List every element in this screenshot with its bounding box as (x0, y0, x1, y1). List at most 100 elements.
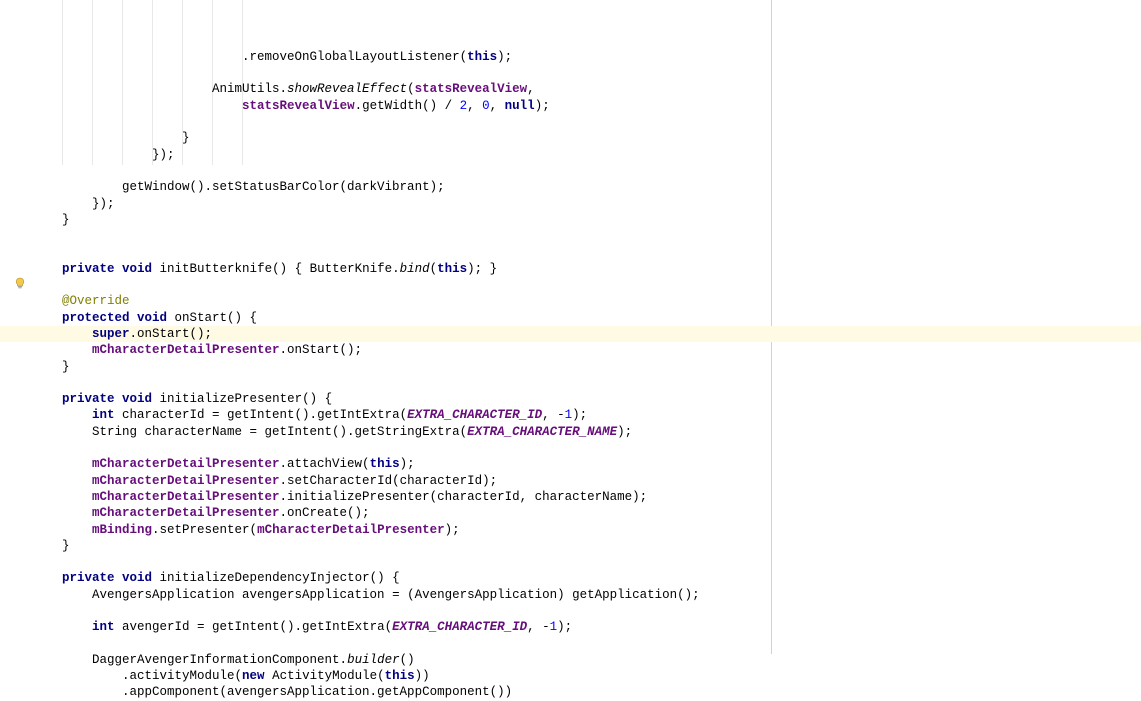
code-line[interactable]: .activityModule(new ActivityModule(this)… (32, 668, 771, 684)
gutter-row[interactable] (0, 522, 28, 538)
code-line[interactable]: private void initializePresenter() { (32, 391, 771, 407)
editor[interactable]: .removeOnGlobalLayoutListener(this); Ani… (0, 0, 1141, 654)
gutter-row[interactable] (0, 359, 28, 375)
gutter-row[interactable] (0, 391, 28, 407)
gutter-row[interactable] (0, 505, 28, 521)
code-line[interactable] (32, 228, 771, 244)
gutter-row[interactable] (0, 587, 28, 603)
lightbulb-icon[interactable] (14, 277, 26, 289)
code-token: ( (430, 262, 438, 276)
code-token: .onStart(); (280, 343, 363, 357)
gutter-row[interactable] (0, 0, 28, 16)
code-token: DaggerAvengerInformationComponent. (92, 653, 347, 667)
code-line[interactable] (32, 114, 771, 130)
gutter-row[interactable] (0, 65, 28, 81)
gutter-row[interactable] (0, 114, 28, 130)
code-area[interactable]: .removeOnGlobalLayoutListener(this); Ani… (28, 0, 771, 654)
code-line[interactable]: mCharacterDetailPresenter.attachView(thi… (32, 456, 771, 472)
code-token: , (490, 99, 505, 113)
code-line[interactable]: } (32, 212, 771, 228)
code-line[interactable]: protected void onStart() { (32, 310, 771, 326)
indent (32, 457, 92, 471)
code-line[interactable]: super.onStart(); (0, 326, 1141, 342)
code-line[interactable]: AvengersApplication avengersApplication … (32, 587, 771, 603)
gutter-row[interactable] (0, 228, 28, 244)
indent (32, 685, 122, 699)
gutter-row[interactable] (0, 98, 28, 114)
code-token: }); (92, 197, 115, 211)
code-line[interactable] (32, 65, 771, 81)
gutter-row[interactable] (0, 49, 28, 65)
code-line[interactable]: }); (32, 196, 771, 212)
indent (32, 148, 152, 162)
code-line[interactable]: int characterId = getIntent().getIntExtr… (32, 407, 771, 423)
gutter-row[interactable] (0, 456, 28, 472)
gutter-row[interactable] (0, 81, 28, 97)
gutter-row[interactable] (0, 407, 28, 423)
gutter-row[interactable] (0, 473, 28, 489)
code-line[interactable] (32, 163, 771, 179)
gutter-row[interactable] (0, 293, 28, 309)
gutter-row[interactable] (0, 244, 28, 260)
gutter-row[interactable] (0, 570, 28, 586)
code-line[interactable]: mCharacterDetailPresenter.onCreate(); (32, 505, 771, 521)
code-line[interactable] (32, 554, 771, 570)
code-line[interactable]: mCharacterDetailPresenter.onStart(); (32, 342, 771, 358)
code-token: statsRevealView (242, 99, 355, 113)
code-line[interactable]: }); (32, 147, 771, 163)
gutter-row[interactable] (0, 489, 28, 505)
code-line[interactable]: .removeOnGlobalLayoutListener(this); (32, 49, 771, 65)
gutter-row[interactable] (0, 179, 28, 195)
gutter-row[interactable] (0, 375, 28, 391)
code-line[interactable] (32, 277, 771, 293)
code-line[interactable]: String characterName = getIntent().getSt… (32, 424, 771, 440)
code-line[interactable]: statsRevealView.getWidth() / 2, 0, null)… (32, 98, 771, 114)
gutter-row[interactable] (0, 310, 28, 326)
code-line[interactable]: } (32, 538, 771, 554)
code-line[interactable]: } (32, 359, 771, 375)
gutter-row[interactable] (0, 554, 28, 570)
code-line[interactable]: mBinding.setPresenter(mCharacterDetailPr… (32, 522, 771, 538)
gutter-row[interactable] (0, 33, 28, 49)
code-line[interactable]: int avengerId = getIntent().getIntExtra(… (32, 619, 771, 635)
gutter-row[interactable] (0, 130, 28, 146)
gutter-row[interactable] (0, 538, 28, 554)
gutter-row[interactable] (0, 603, 28, 619)
code-line[interactable]: getWindow().setStatusBarColor(darkVibran… (32, 179, 771, 195)
code-line[interactable]: private void initializeDependencyInjecto… (32, 570, 771, 586)
code-line[interactable] (32, 603, 771, 619)
gutter-row[interactable] (0, 163, 28, 179)
gutter-row[interactable] (0, 424, 28, 440)
code-token: .initializePresenter(characterId, charac… (280, 490, 648, 504)
code-line[interactable]: private void initButterknife() { ButterK… (32, 261, 771, 277)
indent (32, 408, 92, 422)
code-token: private void (62, 571, 160, 585)
gutter-row[interactable] (0, 147, 28, 163)
code-token: ( (407, 82, 415, 96)
gutter-row[interactable] (0, 277, 28, 293)
gutter-row[interactable] (0, 636, 28, 652)
code-line[interactable] (32, 244, 771, 260)
code-line[interactable]: AnimUtils.showRevealEffect(statsRevealVi… (32, 81, 771, 97)
code-token: } (182, 131, 190, 145)
code-line[interactable] (32, 375, 771, 391)
code-token: this (370, 457, 400, 471)
code-line[interactable] (32, 636, 771, 652)
gutter-row[interactable] (0, 619, 28, 635)
code-token: ); (617, 425, 632, 439)
code-line[interactable]: } (32, 130, 771, 146)
gutter-row[interactable] (0, 196, 28, 212)
code-token: ); (572, 408, 587, 422)
code-line[interactable] (32, 440, 771, 456)
code-line[interactable]: mCharacterDetailPresenter.setCharacterId… (32, 473, 771, 489)
code-line[interactable]: @Override (32, 293, 771, 309)
gutter-row[interactable] (0, 342, 28, 358)
gutter-row[interactable] (0, 440, 28, 456)
code-line[interactable]: DaggerAvengerInformationComponent.builde… (32, 652, 771, 668)
code-line[interactable]: mCharacterDetailPresenter.initializePres… (32, 489, 771, 505)
gutter-row[interactable] (0, 261, 28, 277)
gutter-row[interactable] (0, 212, 28, 228)
gutter-row[interactable] (0, 16, 28, 32)
code-line[interactable]: .appComponent(avengersApplication.getApp… (32, 684, 771, 700)
code-token: ); (535, 99, 550, 113)
